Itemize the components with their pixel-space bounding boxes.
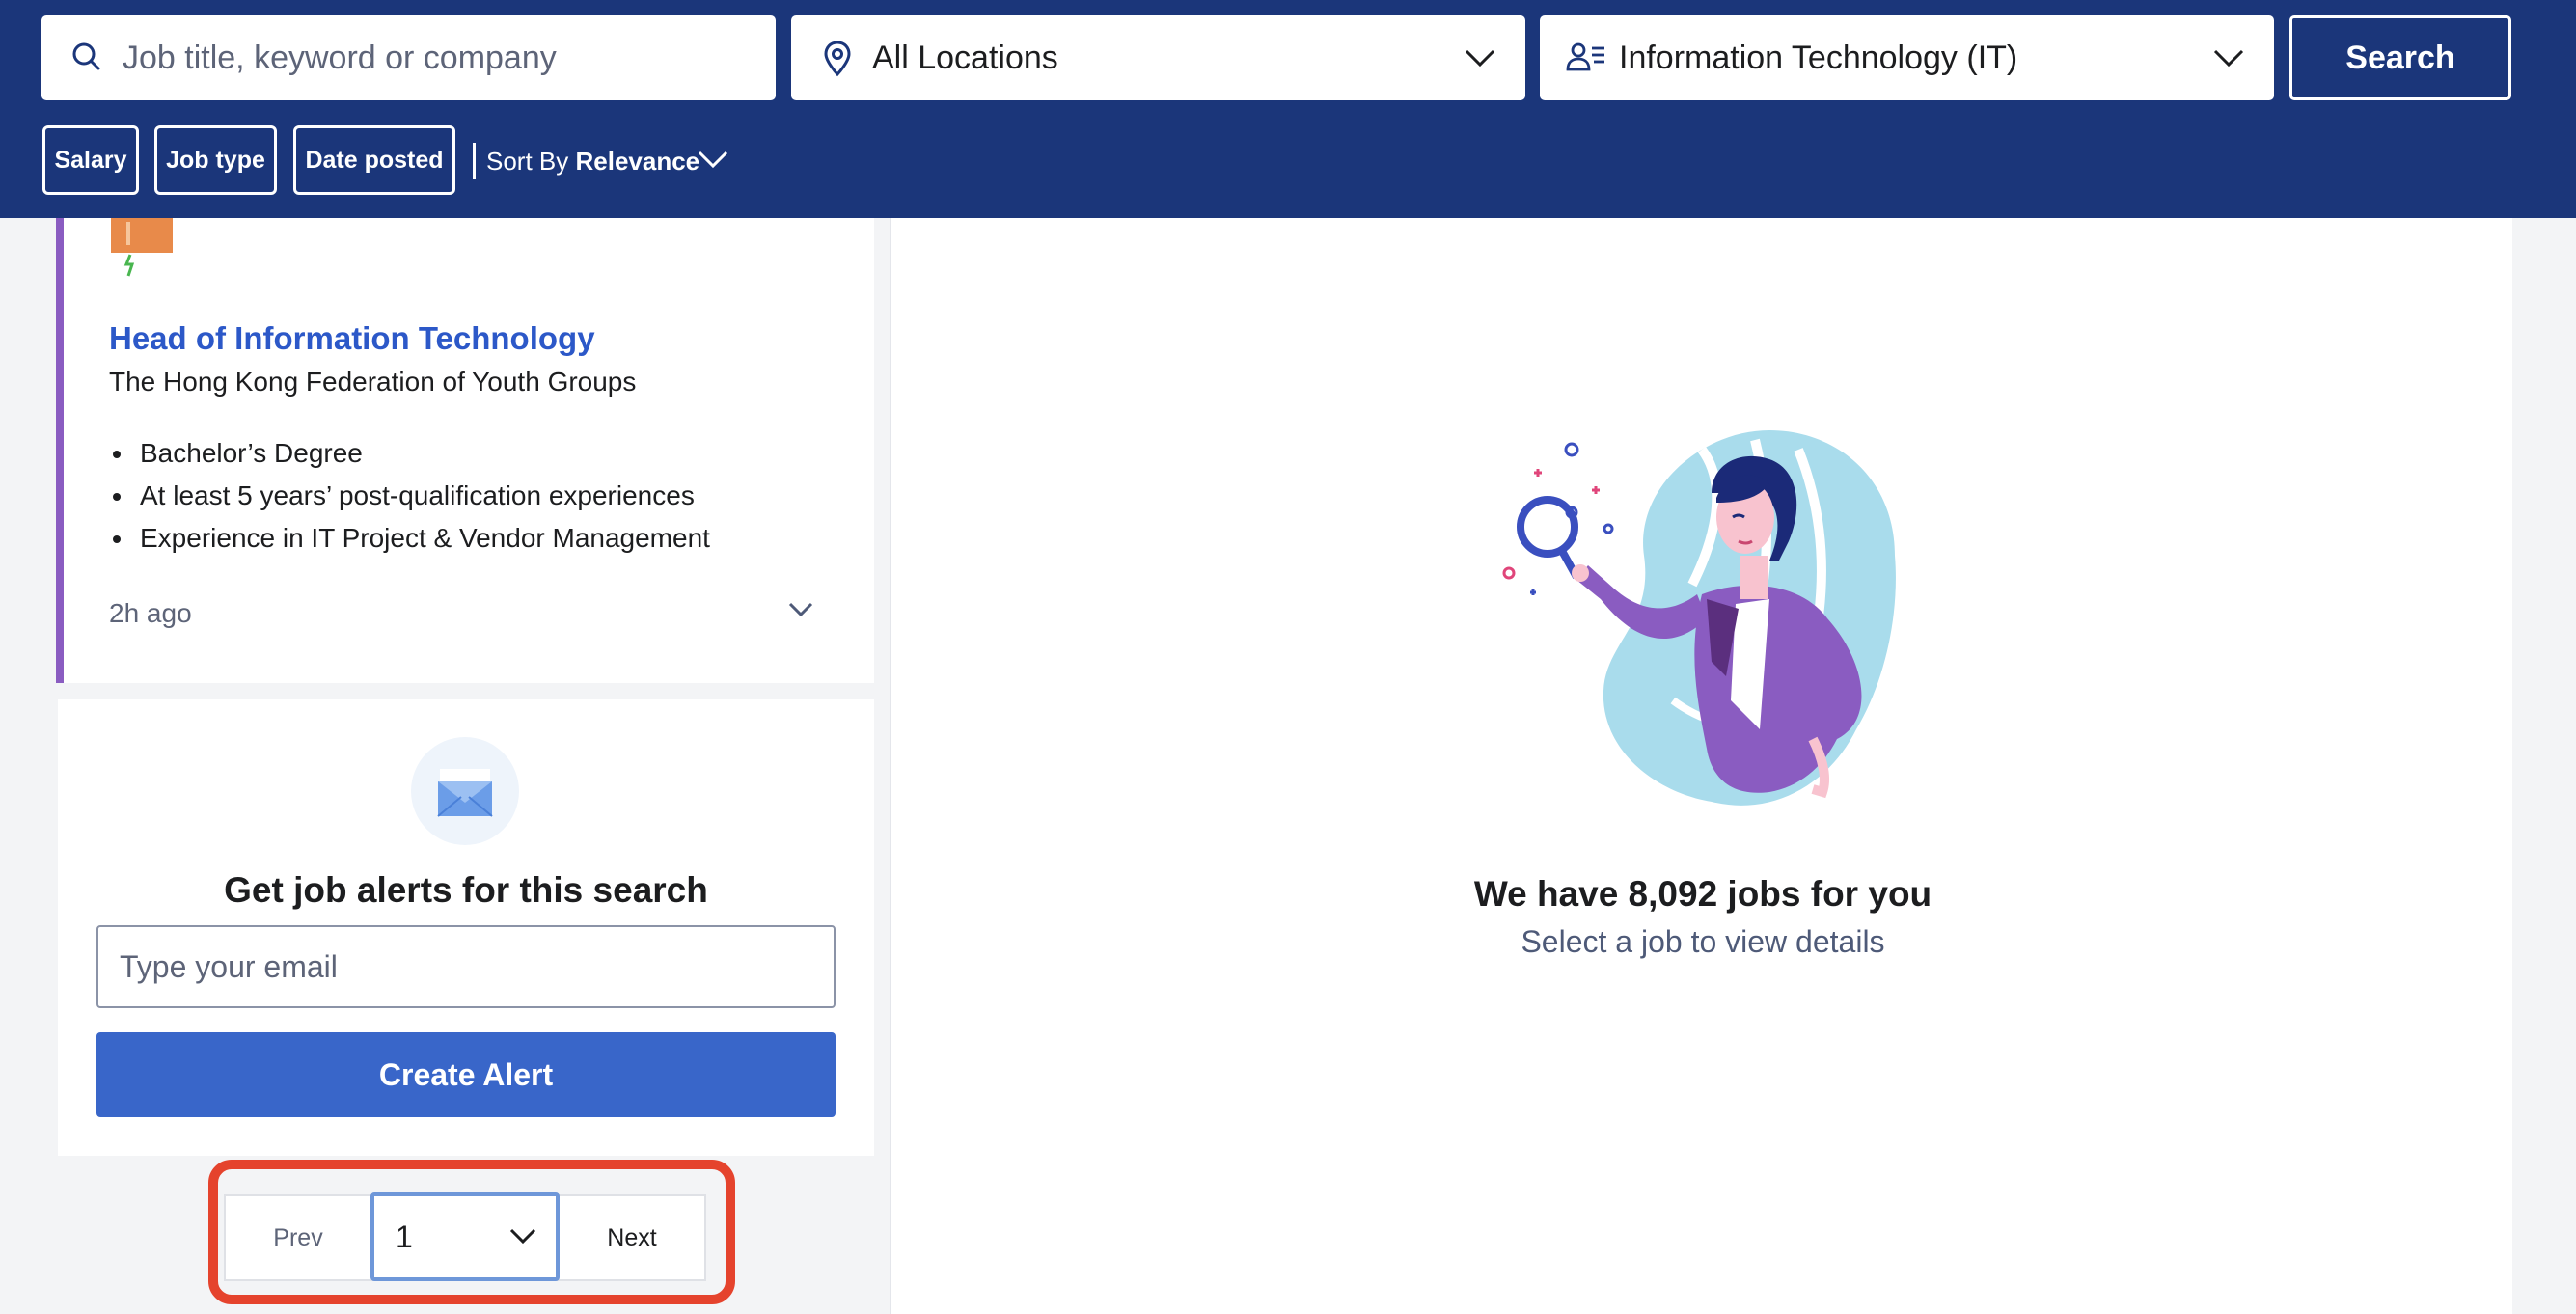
company-logo <box>111 218 173 277</box>
job-alert-card: Get job alerts for this search Create Al… <box>58 699 874 1156</box>
person-list-icon <box>1566 42 1604 71</box>
jobs-count-heading: We have 8,092 jobs for you <box>1473 874 1932 914</box>
chevron-down-icon[interactable] <box>786 598 815 621</box>
job-detail-panel: We have 8,092 jobs for you Select a job … <box>890 218 2512 1314</box>
chevron-down-icon <box>1465 49 1495 68</box>
next-page-button[interactable]: Next <box>560 1196 704 1279</box>
job-highlight-item: Bachelor’s Degree <box>109 432 710 475</box>
industry-dropdown[interactable]: Information Technology (IT) <box>1540 15 2274 100</box>
search-button[interactable]: Search <box>2289 15 2511 100</box>
search-header: Job title, keyword or company All Locati… <box>0 0 2576 218</box>
create-alert-button[interactable]: Create Alert <box>96 1032 836 1117</box>
chevron-down-icon <box>509 1228 536 1245</box>
sort-by-label: Sort By <box>486 147 576 176</box>
sort-by-dropdown[interactable]: Sort By Relevance <box>486 143 699 179</box>
industry-value: Information Technology (IT) <box>1619 40 2018 76</box>
email-field[interactable] <box>96 925 836 1008</box>
job-card[interactable]: Head of Information Technology The Hong … <box>56 218 874 683</box>
location-value: All Locations <box>872 40 1058 76</box>
page-select[interactable]: 1 <box>370 1192 560 1281</box>
job-highlight-item: At least 5 years’ post-qualification exp… <box>109 475 710 517</box>
date-posted-filter-button[interactable]: Date posted <box>293 125 455 195</box>
job-posted-time: 2h ago <box>109 598 192 628</box>
job-title-link[interactable]: Head of Information Technology <box>109 320 595 357</box>
job-highlight-item: Experience in IT Project & Vendor Manage… <box>109 517 710 560</box>
chevron-down-icon <box>2213 49 2244 68</box>
salary-filter-button[interactable]: Salary <box>42 125 139 195</box>
search-icon <box>72 42 100 70</box>
job-highlights: Bachelor’s Degree At least 5 years’ post… <box>109 432 710 560</box>
prev-page-button[interactable]: Prev <box>226 1196 370 1279</box>
envelope-icon <box>411 737 519 845</box>
pagination: Prev 1 Next <box>224 1192 706 1281</box>
job-company: The Hong Kong Federation of Youth Groups <box>109 367 637 397</box>
keyword-placeholder: Job title, keyword or company <box>123 40 557 76</box>
keyword-search-input[interactable]: Job title, keyword or company <box>41 15 776 100</box>
select-job-hint: Select a job to view details <box>1521 924 1885 959</box>
job-type-filter-button[interactable]: Job type <box>154 125 277 195</box>
location-dropdown[interactable]: All Locations <box>791 15 1525 100</box>
job-alert-title: Get job alerts for this search <box>224 870 708 910</box>
location-pin-icon <box>824 41 851 77</box>
chevron-down-icon[interactable] <box>697 145 729 174</box>
sort-by-value: Relevance <box>575 147 700 176</box>
current-page-number: 1 <box>396 1219 413 1254</box>
divider <box>473 143 476 179</box>
search-illustration <box>1502 430 1896 806</box>
